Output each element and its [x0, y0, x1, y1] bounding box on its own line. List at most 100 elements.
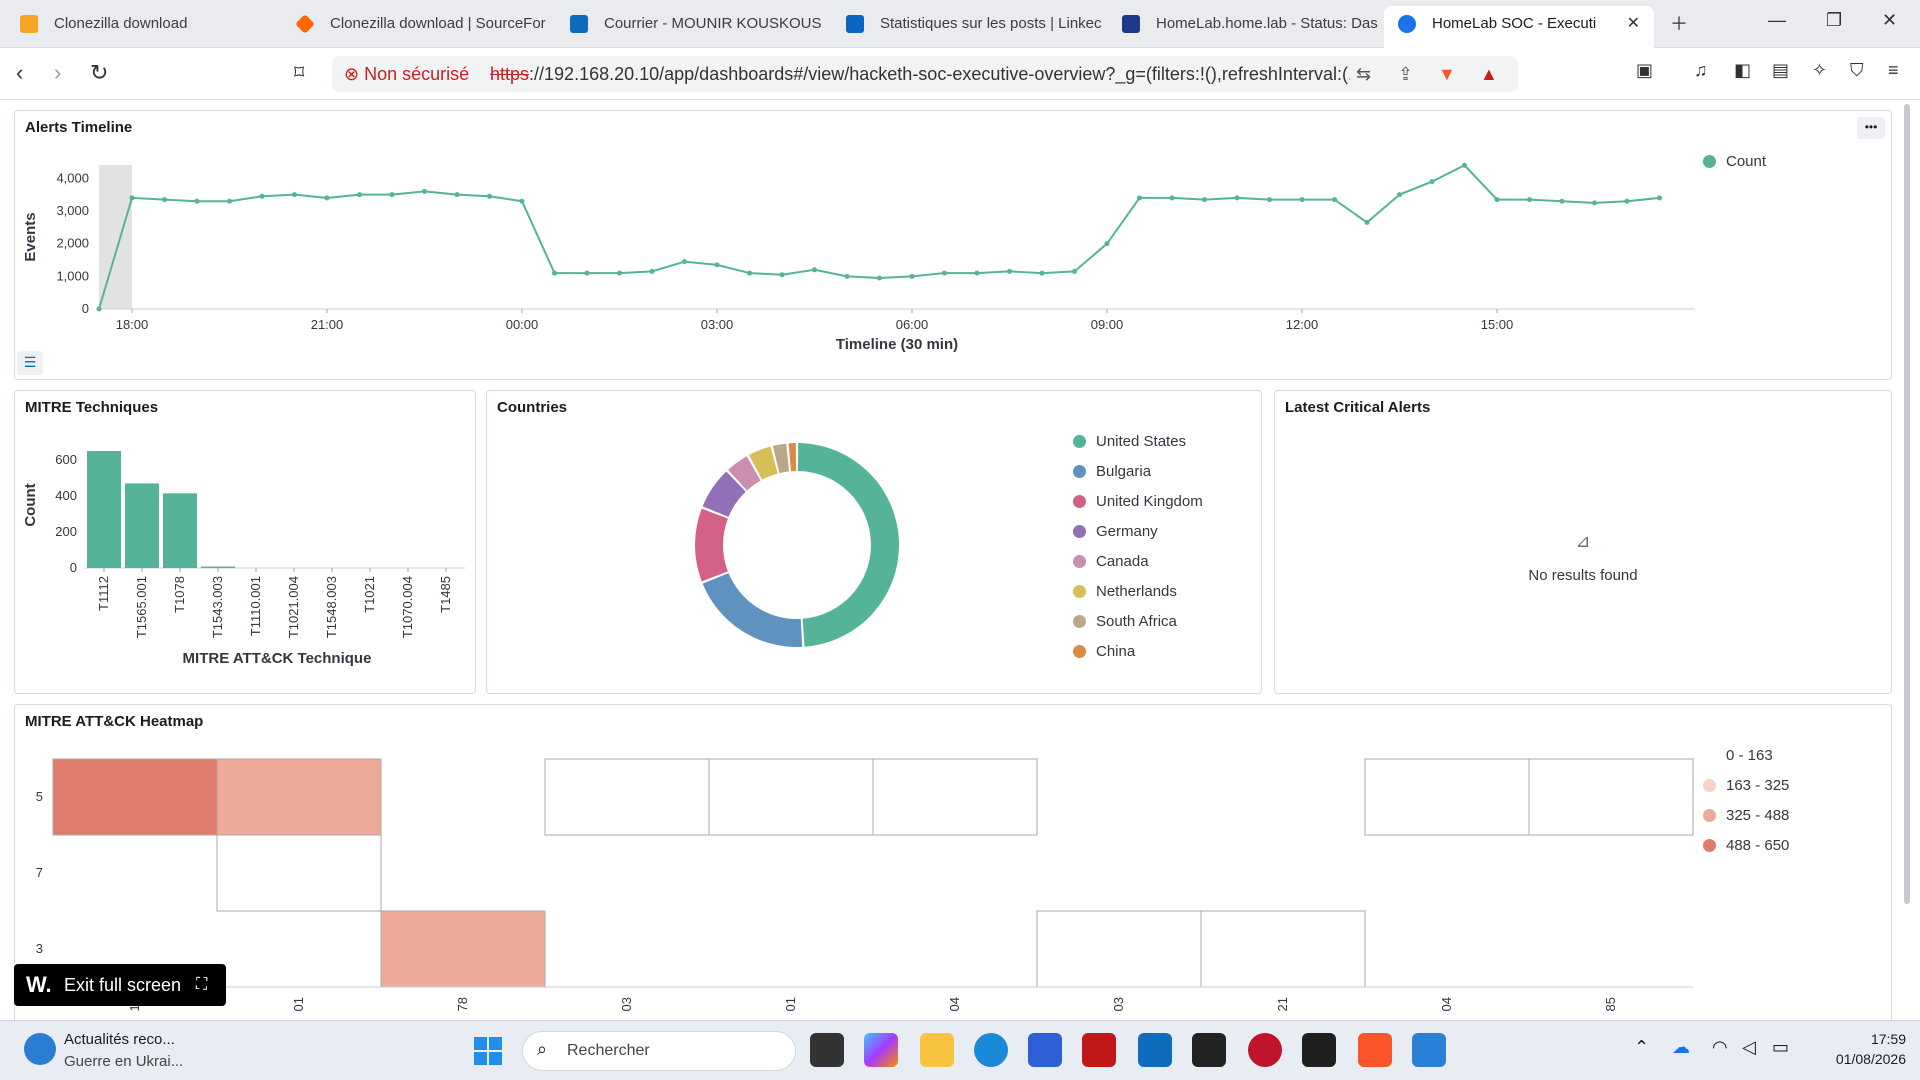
heatmap-legend-item[interactable]: 325 - 488 — [1703, 807, 1789, 837]
forward-icon[interactable]: › — [54, 60, 61, 86]
tab-label: Clonezilla download | SourceFor — [330, 15, 546, 32]
close-tab-icon[interactable]: ✕ — [1627, 6, 1640, 42]
data-point — [844, 273, 850, 279]
minimize-icon[interactable]: — — [1768, 10, 1786, 31]
tab-pfsense[interactable]: HomeLab.home.lab - Status: Das — [1108, 6, 1378, 42]
new-tab-icon[interactable]: ＋ — [1670, 10, 1688, 36]
close-window-icon[interactable]: ✕ — [1882, 10, 1897, 31]
clock-time[interactable]: 17:59 — [1816, 1031, 1906, 1047]
x-tick-label: 03:00 — [701, 317, 734, 332]
x-tick-label: 06:00 — [896, 317, 929, 332]
bookmark-icon[interactable]: ⌑ — [294, 60, 304, 85]
data-point — [357, 192, 362, 198]
countries-donut-chart — [695, 443, 900, 647]
chevron-up-icon[interactable]: ⌃ — [1634, 1037, 1649, 1058]
windows-start-icon[interactable] — [474, 1037, 502, 1065]
panel-options-icon[interactable]: ••• — [1857, 117, 1885, 139]
news-subtitle[interactable]: Guerre en Ukrai... — [64, 1053, 183, 1070]
vpn-icon[interactable]: ⛉ — [1850, 60, 1864, 81]
menu-icon[interactable]: ≡ — [1888, 60, 1899, 81]
media-icon[interactable]: ♫ — [1694, 60, 1708, 81]
page-scrollbar[interactable] — [1904, 104, 1910, 904]
legend-label: 325 - 488 — [1726, 807, 1790, 824]
legend-item-netherlands[interactable]: Netherlands — [1073, 583, 1203, 613]
x-tick-label: 04 — [947, 997, 962, 1011]
outlook-icon[interactable] — [1138, 1033, 1172, 1067]
heatmap-legend-item[interactable]: 163 - 325 — [1703, 777, 1789, 807]
data-point — [584, 270, 590, 276]
x-axis-title: Timeline (30 min) — [836, 336, 958, 353]
legend-item-germany[interactable]: Germany — [1073, 523, 1203, 553]
news-weather-icon[interactable] — [24, 1033, 56, 1065]
legend-label: 488 - 650 — [1726, 837, 1790, 854]
brave-rewards-icon[interactable]: ▲ — [1480, 56, 1498, 92]
notification-app-icon[interactable] — [1248, 1033, 1282, 1067]
back-icon[interactable]: ‹ — [16, 60, 23, 86]
notepad-icon[interactable] — [1412, 1033, 1446, 1067]
reader-mode-icon[interactable]: ▣ — [1636, 60, 1653, 81]
terminal-icon[interactable] — [1302, 1033, 1336, 1067]
heatmap-legend-item[interactable]: 488 - 650 — [1703, 837, 1789, 867]
legend-item-united-kingdom[interactable]: United Kingdom — [1073, 493, 1203, 523]
panel-title: Countries — [497, 399, 568, 416]
heatmap-legend-item[interactable]: 0 - 163 — [1703, 747, 1789, 777]
bar — [201, 566, 235, 568]
tab-sourceforge[interactable]: Clonezilla download | SourceFor — [282, 6, 552, 42]
data-point — [129, 195, 135, 201]
not-secure-badge[interactable]: ⊗ Non sécurisé — [344, 56, 469, 92]
share-icon[interactable]: ⇪ — [1398, 56, 1413, 92]
data-point — [1267, 197, 1272, 203]
legend-item-south-africa[interactable]: South Africa — [1073, 613, 1203, 643]
restore-icon[interactable]: ❐ — [1826, 10, 1842, 31]
legend-swatch — [1073, 645, 1086, 658]
y-tick-label: 600 — [55, 452, 77, 467]
heatmap-cell — [1200, 910, 1366, 988]
microsoft-store-icon[interactable] — [1028, 1033, 1062, 1067]
tab-homelab-soc[interactable]: HomeLab SOC - Executi ✕ — [1384, 6, 1654, 48]
legend-item-canada[interactable]: Canada — [1073, 553, 1203, 583]
onedrive-icon[interactable]: ☁ — [1672, 1037, 1690, 1058]
exit-fullscreen-button[interactable]: W. Exit full screen ⛶ — [14, 964, 226, 1006]
legend-item-bulgaria[interactable]: Bulgaria — [1073, 463, 1203, 493]
volume-icon[interactable]: ◁ — [1742, 1037, 1756, 1058]
reload-icon[interactable]: ↻ — [90, 60, 108, 86]
homelab-favicon-icon — [1398, 15, 1416, 33]
news-title[interactable]: Actualités reco... — [64, 1031, 175, 1048]
data-point — [292, 192, 297, 198]
legend-label: United Kingdom — [1096, 493, 1203, 510]
clock-date[interactable]: 01/08/2026 — [1816, 1051, 1906, 1067]
app-icon[interactable] — [1192, 1033, 1226, 1067]
legend-item-united-states[interactable]: United States — [1073, 433, 1203, 463]
battery-icon[interactable]: ▭ — [1772, 1037, 1789, 1058]
y-tick-label: 0 — [82, 301, 89, 316]
data-point — [422, 188, 427, 194]
x-tick-label: 04 — [1439, 997, 1454, 1011]
brave-shield-icon[interactable]: ▼ — [1438, 56, 1456, 92]
task-view-icon[interactable] — [810, 1033, 844, 1067]
data-point — [1527, 197, 1532, 203]
sourceforge-favicon-icon — [295, 14, 315, 34]
data-point — [1429, 179, 1435, 185]
brave-icon[interactable] — [1358, 1033, 1392, 1067]
x-tick-label: 15:00 — [1481, 317, 1514, 332]
copilot-icon[interactable] — [864, 1033, 898, 1067]
mcafee-icon[interactable] — [1082, 1033, 1116, 1067]
url-path: ://192.168.20.10/app/dashboards#/view/ha… — [529, 64, 1350, 84]
wifi-icon[interactable]: ◠ — [1712, 1037, 1728, 1058]
sidebar-icon[interactable]: ◧ — [1734, 60, 1751, 81]
heatmap-cell — [708, 758, 874, 836]
y-tick-label: 4,000 — [56, 170, 89, 185]
taskbar-search-box[interactable]: ⌕ Rechercher — [522, 1031, 796, 1071]
tab-outlook[interactable]: Courrier - MOUNIR KOUSKOUS — [556, 6, 828, 42]
timeline-chart: 0 1,000 2,000 3,000 4,000 18:00 21:00 00:00 03:0… — [22, 162, 1695, 353]
legend-item-china[interactable]: China — [1073, 643, 1203, 673]
url-field[interactable]: ⊗ Non sécurisé https://192.168.20.10/app… — [332, 56, 1518, 92]
file-explorer-icon[interactable] — [920, 1033, 954, 1067]
tab-linkedin[interactable]: Statistiques sur les posts | Linkec — [832, 6, 1104, 42]
leo-ai-icon[interactable]: ✧ — [1812, 60, 1827, 81]
translate-icon[interactable]: ⇆ — [1356, 56, 1371, 92]
legend-swatch — [1703, 779, 1716, 792]
tab-clonezilla[interactable]: Clonezilla download — [6, 6, 274, 42]
wallet-icon[interactable]: ▤ — [1772, 60, 1789, 81]
edge-icon[interactable] — [974, 1033, 1008, 1067]
